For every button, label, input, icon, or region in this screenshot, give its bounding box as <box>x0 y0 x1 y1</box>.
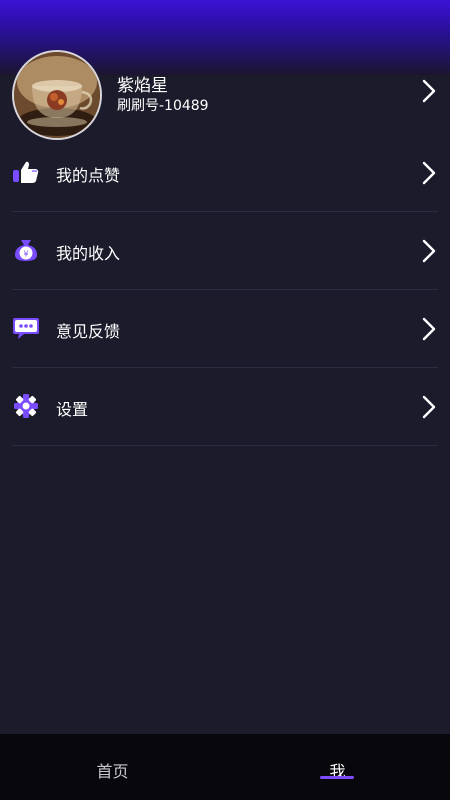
menu-item-settings[interactable]: 设置 <box>0 368 450 446</box>
tab-home-label: 首页 <box>96 762 129 781</box>
profile-name: 紫焰星 <box>117 76 168 96</box>
gear-icon <box>14 394 38 418</box>
menu-list: 我的点赞 ¥ 我的收入 意见反馈 设置 <box>0 134 450 446</box>
tab-home[interactable]: 首页 <box>0 734 225 800</box>
menu-item-likes[interactable]: 我的点赞 <box>0 134 450 212</box>
menu-item-label: 意见反馈 <box>56 322 121 341</box>
chevron-right-icon[interactable] <box>422 161 436 185</box>
tab-me[interactable]: 我 <box>225 734 450 800</box>
profile-card[interactable]: 紫焰星 刷刷号-10489 <box>0 44 450 140</box>
thumbs-up-icon <box>13 161 39 183</box>
menu-item-label: 设置 <box>56 400 89 419</box>
menu-item-label: 我的收入 <box>56 244 121 263</box>
divider <box>12 445 438 446</box>
menu-item-feedback[interactable]: 意见反馈 <box>0 290 450 368</box>
menu-item-label: 我的点赞 <box>56 166 121 185</box>
svg-text:¥: ¥ <box>23 250 28 259</box>
menu-item-income[interactable]: ¥ 我的收入 <box>0 212 450 290</box>
chevron-right-icon[interactable] <box>422 79 436 103</box>
bottom-tab-bar: 首页 我 <box>0 734 450 800</box>
money-bag-icon: ¥ <box>15 240 37 261</box>
chevron-right-icon[interactable] <box>422 317 436 341</box>
profile-id: 刷刷号-10489 <box>117 98 209 114</box>
tea-cup-photo-icon <box>14 52 100 138</box>
chevron-right-icon[interactable] <box>422 239 436 263</box>
active-tab-indicator <box>320 776 354 779</box>
avatar[interactable] <box>12 50 102 140</box>
chevron-right-icon[interactable] <box>422 395 436 419</box>
chat-bubble-icon <box>13 318 39 339</box>
